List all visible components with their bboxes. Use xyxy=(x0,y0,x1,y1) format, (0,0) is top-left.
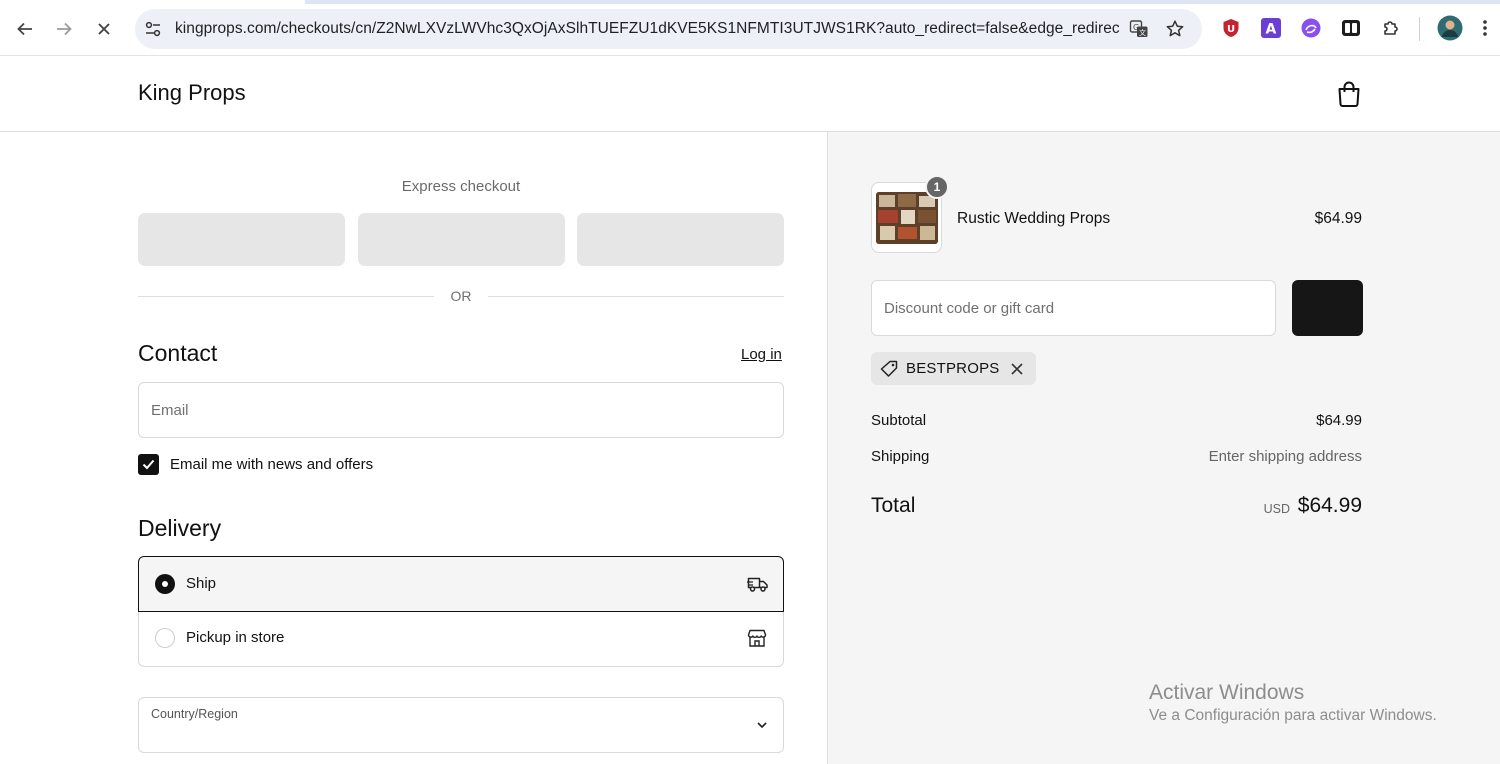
express-pay-button-2[interactable] xyxy=(358,213,565,266)
address-bar[interactable]: kingprops.com/checkouts/cn/Z2NwLXVzLWVhc… xyxy=(135,9,1202,49)
store-brand[interactable]: King Props xyxy=(138,80,246,106)
order-summary: 1 Rustic Wedding Props $64.99 Discount c… xyxy=(827,132,1500,764)
extension-swirl-icon[interactable] xyxy=(1300,17,1322,39)
total-label: Total xyxy=(871,494,916,517)
apply-discount-button[interactable] xyxy=(1292,280,1363,336)
pickup-radio[interactable] xyxy=(155,628,175,648)
ship-radio[interactable] xyxy=(155,574,175,594)
chevron-down-icon xyxy=(755,718,769,732)
product-name: Rustic Wedding Props xyxy=(957,210,1111,227)
remove-discount-icon[interactable] xyxy=(1009,361,1025,377)
product-price: $64.99 xyxy=(1314,210,1362,227)
store-header: King Props xyxy=(0,56,1500,132)
newsletter-checkbox[interactable] xyxy=(138,454,159,475)
delivery-heading: Delivery xyxy=(138,515,222,541)
express-pay-button-3[interactable] xyxy=(577,213,784,266)
svg-text:文: 文 xyxy=(1139,28,1146,37)
or-divider-text: OR xyxy=(450,288,472,304)
shipping-label: Shipping xyxy=(871,448,930,465)
pickup-label: Pickup in store xyxy=(186,629,285,646)
ship-label: Ship xyxy=(186,575,217,592)
truck-icon xyxy=(747,574,769,594)
express-checkout-title: Express checkout xyxy=(401,178,521,195)
forward-icon[interactable] xyxy=(51,16,77,42)
divider-right xyxy=(488,296,784,297)
toolbar-divider xyxy=(1419,17,1420,41)
url-text[interactable]: kingprops.com/checkouts/cn/Z2NwLXVzLWVhc… xyxy=(175,20,1120,38)
extensions-puzzle-icon[interactable] xyxy=(1380,17,1402,39)
applied-discount-chip: BESTPROPS xyxy=(871,352,1036,385)
subtotal-label: Subtotal xyxy=(871,412,927,429)
log-in-link[interactable]: Log in xyxy=(741,346,782,363)
store-icon xyxy=(747,628,769,648)
windows-activation-watermark: Activar Windows Ve a Configuración para … xyxy=(1149,681,1437,725)
browser-toolbar: kingprops.com/checkouts/cn/Z2NwLXVzLWVhc… xyxy=(0,0,1500,56)
site-settings-icon[interactable] xyxy=(141,17,165,41)
ublock-icon[interactable]: U xyxy=(1220,17,1242,39)
country-region-select[interactable]: Country/Region xyxy=(138,697,784,753)
delivery-option-ship[interactable]: Ship xyxy=(138,556,784,612)
email-field[interactable]: Email xyxy=(138,382,784,438)
active-tab[interactable] xyxy=(0,0,305,4)
svg-text:A: A xyxy=(1266,22,1277,38)
profile-avatar[interactable] xyxy=(1437,15,1463,41)
bookmark-star-icon[interactable] xyxy=(1164,18,1186,40)
back-icon[interactable] xyxy=(12,16,38,42)
checkout-form: Express checkout OR Contact Log in Email… xyxy=(0,132,827,764)
svg-text:U: U xyxy=(1227,24,1235,35)
newsletter-label[interactable]: Email me with news and offers xyxy=(170,456,373,473)
express-pay-button-1[interactable] xyxy=(138,213,345,266)
total-value: $64.99 xyxy=(1297,494,1362,517)
country-region-label: Country/Region xyxy=(151,707,238,721)
more-menu-icon[interactable] xyxy=(1479,17,1491,39)
delivery-method-group: Ship Pickup in store xyxy=(138,556,784,668)
watermark-subtitle: Ve a Configuración para activar Windows. xyxy=(1149,707,1437,724)
shopping-bag-icon[interactable] xyxy=(1336,80,1362,108)
discount-placeholder: Discount code or gift card xyxy=(884,300,1055,317)
subtotal-value: $64.99 xyxy=(1316,412,1362,429)
extension-a-icon[interactable]: A xyxy=(1260,17,1282,39)
watermark-title: Activar Windows xyxy=(1149,681,1305,704)
stop-loading-icon[interactable] xyxy=(91,16,117,42)
extension-split-icon[interactable] xyxy=(1340,17,1362,39)
translate-icon[interactable]: G文 xyxy=(1128,18,1150,40)
tab-strip xyxy=(0,0,1500,4)
product-image xyxy=(876,192,938,244)
divider-left xyxy=(138,296,434,297)
total-currency: USD xyxy=(1263,502,1290,516)
email-placeholder: Email xyxy=(151,402,189,419)
delivery-option-pickup[interactable]: Pickup in store xyxy=(138,611,784,667)
shipping-value: Enter shipping address xyxy=(1208,448,1362,465)
contact-heading: Contact xyxy=(138,340,218,366)
quantity-badge: 1 xyxy=(925,175,949,199)
applied-code-text: BESTPROPS xyxy=(906,360,1000,377)
tag-icon xyxy=(880,360,899,378)
discount-code-input[interactable]: Discount code or gift card xyxy=(871,280,1276,336)
